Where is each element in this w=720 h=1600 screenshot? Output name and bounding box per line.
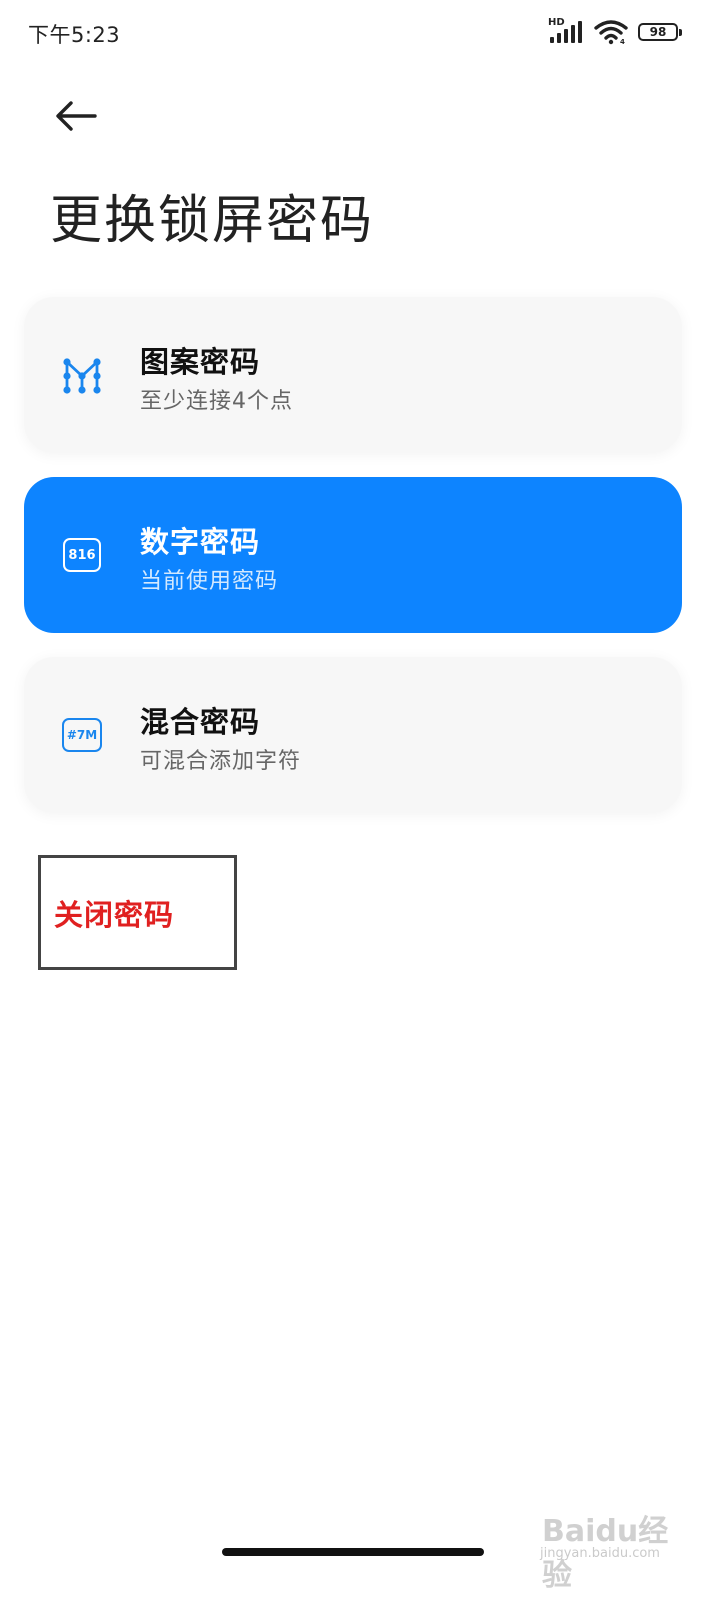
- numeric-pin-icon: 816: [60, 533, 104, 577]
- option-mixed-password[interactable]: #7M 混合密码 可混合添加字符: [24, 657, 682, 813]
- back-arrow-icon: [56, 101, 97, 131]
- mixed-password-icon: #7M: [60, 713, 104, 757]
- baidu-watermark: Baidu经验 jingyan.baidu.com: [540, 1500, 690, 1593]
- option-subtitle: 当前使用密码: [140, 569, 279, 594]
- option-title: 图案密码: [140, 345, 261, 379]
- svg-text:4: 4: [620, 38, 625, 45]
- status-icons: HD 4 98: [548, 17, 682, 46]
- option-subtitle: 至少连接4个点: [140, 389, 293, 414]
- option-subtitle: 可混合添加字符: [140, 749, 302, 774]
- option-title: 混合密码: [140, 705, 261, 739]
- battery-icon: 98: [638, 23, 682, 41]
- status-bar: 下午5:23 HD 4 98: [0, 0, 720, 64]
- watermark-sub-text: jingyan.baidu.com: [540, 1546, 660, 1561]
- page-title: 更换锁屏密码: [50, 191, 375, 251]
- status-time: 下午5:23: [28, 23, 121, 47]
- option-pattern-password[interactable]: 图案密码 至少连接4个点: [24, 297, 682, 453]
- close-password-label: 关闭密码: [54, 898, 175, 932]
- option-numeric-password[interactable]: 816 数字密码 当前使用密码: [24, 477, 682, 633]
- back-button[interactable]: [48, 92, 104, 140]
- battery-level: 98: [649, 25, 667, 39]
- option-title: 数字密码: [140, 525, 261, 559]
- close-password-button[interactable]: 关闭密码: [38, 855, 237, 970]
- numeric-pin-icon-text: 816: [63, 538, 101, 572]
- cellular-signal-icon: HD: [548, 17, 584, 45]
- home-indicator[interactable]: [222, 1548, 484, 1556]
- mixed-password-icon-text: #7M: [62, 718, 102, 752]
- pattern-icon: [60, 353, 104, 397]
- wifi-icon: 4: [594, 20, 628, 45]
